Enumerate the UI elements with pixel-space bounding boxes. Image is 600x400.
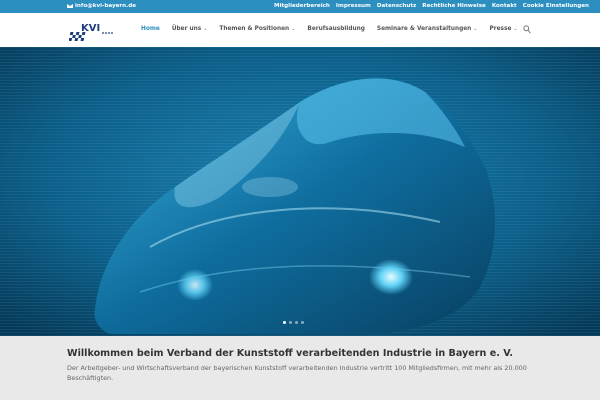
slider-dots — [283, 321, 304, 324]
top-link-mitgliederbereich[interactable]: Mitgliederbereich — [274, 3, 330, 9]
logo-text: KVI — [81, 23, 100, 34]
chevron-down-icon: ⌄ — [513, 26, 518, 32]
email-text: info@kvi-bayern.de — [75, 3, 137, 9]
mail-icon — [67, 4, 73, 8]
top-link-rechtliche-hinweise[interactable]: Rechtliche Hinweise — [422, 3, 486, 9]
kvi-logo[interactable]: KVI — [69, 20, 115, 42]
top-link-impressum[interactable]: Impressum — [336, 3, 371, 9]
top-link-datenschutz[interactable]: Datenschutz — [377, 3, 416, 9]
search-icon[interactable] — [523, 25, 531, 34]
hero-image — [0, 47, 600, 336]
nav-item-seminare-veranstaltungen[interactable]: Seminare & Veranstaltungen ⌄ — [377, 26, 478, 32]
email-link[interactable]: info@kvi-bayern.de — [67, 3, 136, 9]
chevron-down-icon: ⌄ — [203, 26, 208, 32]
nav-item-home[interactable]: Home — [141, 26, 160, 32]
page-title: Willkommen beim Verband der Kunststoff v… — [67, 348, 514, 359]
top-bar: info@kvi-bayern.de Mitgliederbereich Imp… — [0, 0, 600, 13]
main-header: KVI Home Über uns ⌄ Themen & Positionen … — [0, 13, 600, 47]
main-nav: Home Über uns ⌄ Themen & Positionen ⌄ Be… — [141, 26, 530, 32]
nav-item-themen-positionen[interactable]: Themen & Positionen ⌄ — [219, 26, 295, 32]
slider-dot[interactable] — [283, 321, 286, 324]
welcome-section: Willkommen beim Verband der Kunststoff v… — [0, 336, 600, 400]
hero-slider — [0, 47, 600, 336]
slider-dot[interactable] — [301, 321, 304, 324]
top-links: Mitgliederbereich Impressum Datenschutz … — [274, 3, 589, 9]
top-link-kontakt[interactable]: Kontakt — [492, 3, 517, 9]
intro-text: Der Arbeitgeber- und Wirtschaftsverband … — [67, 364, 527, 382]
top-link-cookie-einstellungen[interactable]: Cookie Einstellungen — [523, 3, 589, 9]
nav-item-berufsausbildung[interactable]: Berufsausbildung — [307, 26, 364, 32]
nav-item-ueber-uns[interactable]: Über uns ⌄ — [172, 26, 208, 32]
slider-dot[interactable] — [295, 321, 298, 324]
chevron-down-icon: ⌄ — [473, 26, 478, 32]
slider-dot[interactable] — [289, 321, 292, 324]
chevron-down-icon: ⌄ — [291, 26, 296, 32]
nav-item-presse[interactable]: Presse ⌄ — [490, 26, 518, 32]
